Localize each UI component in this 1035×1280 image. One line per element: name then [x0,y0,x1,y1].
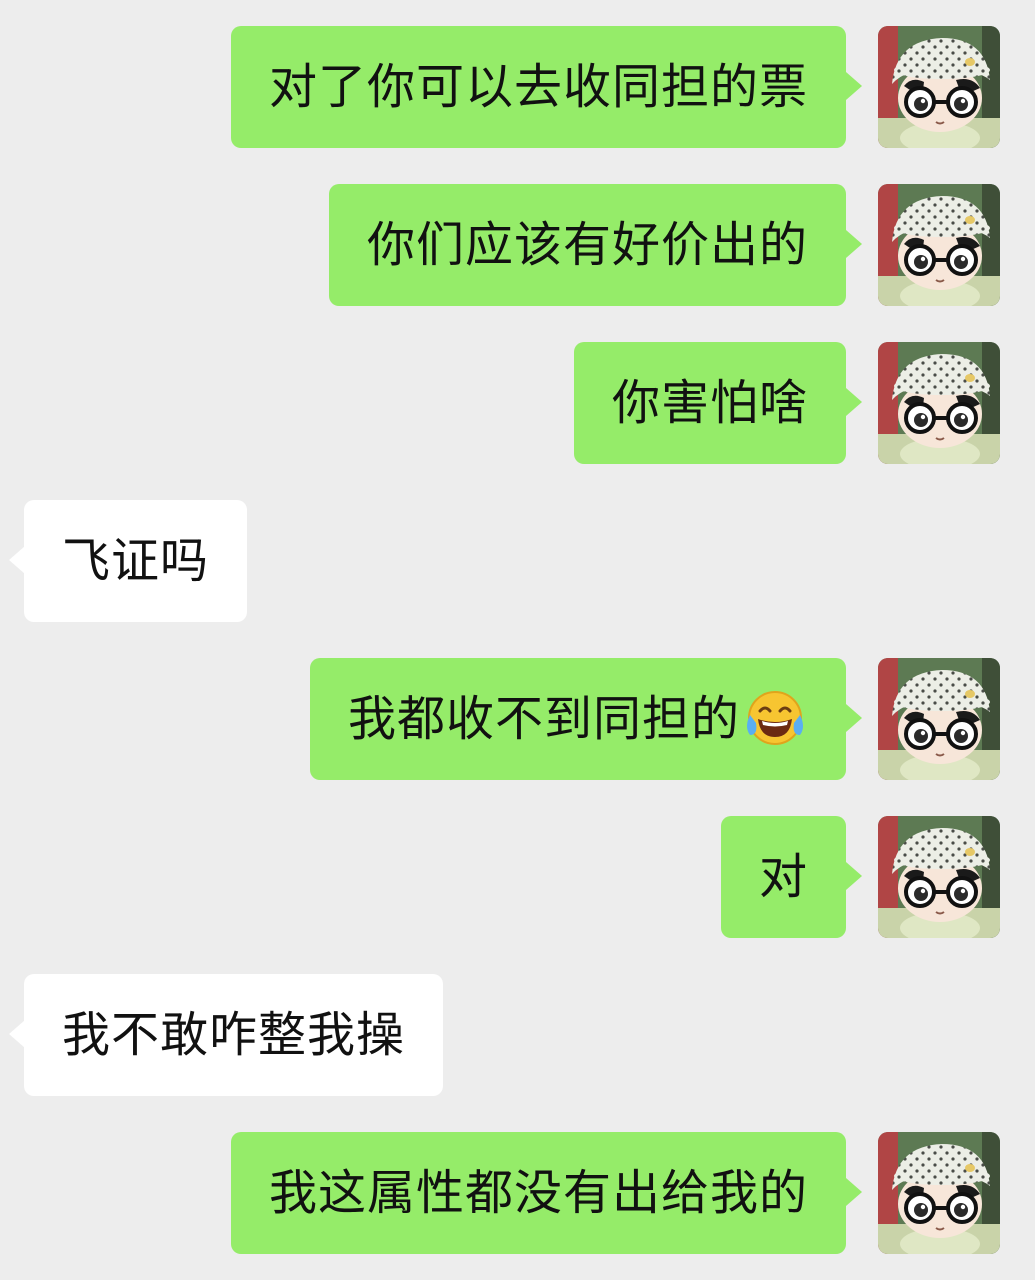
bubble-tail [846,862,862,890]
chat-message-outgoing: 对了你可以去收同担的票 [0,26,1035,148]
plush-doll-avatar-icon [878,658,1000,780]
chat-message-outgoing: 我这属性都没有出给我的 [0,1132,1035,1254]
bubble-tail [9,1020,25,1048]
message-bubble[interactable]: 我都收不到同担的 [309,658,846,780]
message-bubble[interactable]: 我不敢咋整我操 [24,974,444,1096]
plush-doll-avatar-icon [878,1132,1000,1254]
avatar[interactable] [878,184,1000,306]
chat-message-outgoing: 你们应该有好价出的 [0,184,1035,306]
avatar[interactable] [878,26,1000,148]
message-bubble[interactable]: 飞证吗 [24,500,248,622]
message-bubble[interactable]: 你们应该有好价出的 [328,184,846,306]
tears-of-joy-emoji-icon [747,691,803,745]
bubble-tail [846,72,862,100]
bubble-tail [846,704,862,732]
chat-message-incoming: 飞证吗 [0,500,1035,622]
chat-message-outgoing: 我都收不到同担的 [0,658,1035,780]
bubble-tail [846,388,862,416]
message-text: 我都收不到同担的 [347,691,740,747]
avatar[interactable] [878,658,1000,780]
message-bubble[interactable]: 你害怕啥 [573,342,846,464]
bubble-tail [9,546,25,574]
plush-doll-avatar-icon [878,342,1000,464]
message-bubble[interactable]: 对了你可以去收同担的票 [230,26,846,148]
plush-doll-avatar-icon [878,184,1000,306]
bubble-tail [846,1178,862,1206]
plush-doll-avatar-icon [878,26,1000,148]
plush-doll-avatar-icon [878,816,1000,938]
avatar[interactable] [878,816,1000,938]
avatar[interactable] [878,342,1000,464]
chat-message-outgoing: 对 [0,816,1035,938]
avatar[interactable] [878,1132,1000,1254]
message-bubble[interactable]: 我这属性都没有出给我的 [230,1132,846,1254]
chat-message-incoming: 我不敢咋整我操 [0,974,1035,1096]
bubble-tail [846,230,862,258]
chat-message-outgoing: 你害怕啥 [0,342,1035,464]
message-bubble[interactable]: 对 [720,816,846,938]
